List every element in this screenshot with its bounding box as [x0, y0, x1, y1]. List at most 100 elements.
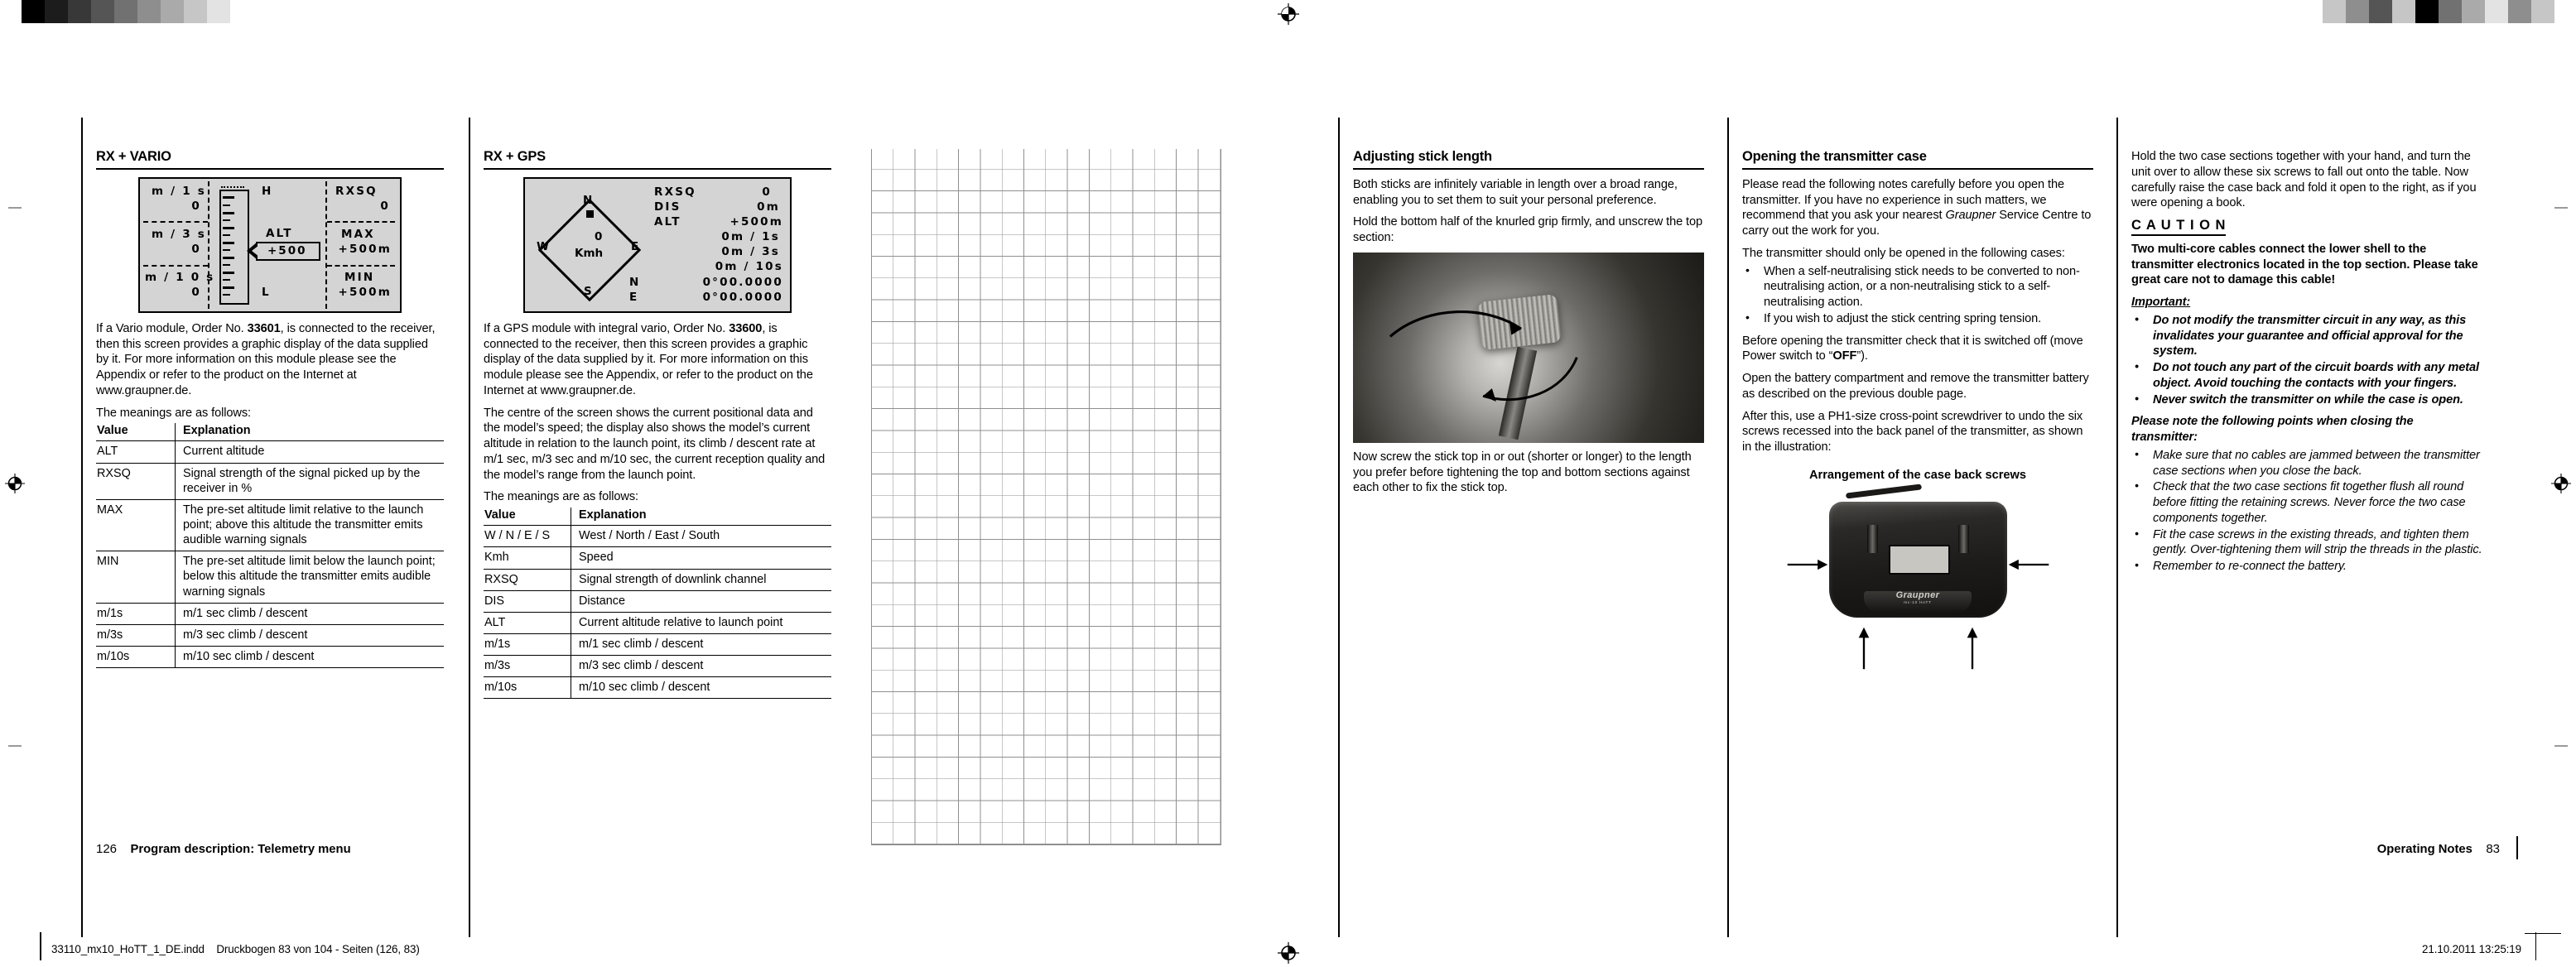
paragraph-gps-meanings: The meanings are as follows: [484, 490, 639, 504]
print-sheet-info: Druckbogen 83 von 104 - Seiten (126, 83) [216, 943, 420, 955]
footer-title: Program description: Telemetry menu [130, 843, 351, 856]
calibration-swatch-4 [2415, 0, 2439, 23]
calibration-swatch-8 [207, 0, 230, 23]
table-row: MAX The pre-set altitude limit relative t… [96, 499, 444, 552]
table-header-explanation: Explanation [175, 423, 444, 442]
table-row: m/10s m/10 sec climb / descent [484, 676, 831, 700]
column-rule-left [81, 118, 83, 937]
lcd-divider-row1-right [327, 220, 395, 223]
lcd-divider-left [208, 180, 209, 309]
print-footer-rule-right [2535, 932, 2536, 960]
list-item: Do not modify the transmitter circuit in… [2131, 312, 2482, 359]
table-gps-values: Value Explanation W / N / E / S West / No… [484, 508, 831, 700]
lcd-gps-value-lon: 0°00.0000 [702, 290, 783, 304]
calibration-swatch-9 [2531, 0, 2554, 23]
lcd-alt-label: ALT [266, 226, 293, 240]
cell-value: m/3s [484, 655, 571, 678]
rotation-arrow-lower-icon [1482, 357, 1578, 402]
footer-right: Operating Notes 83 [2377, 842, 2500, 856]
calibration-swatch-2 [2369, 0, 2392, 23]
screw-arrow-left-icon [1787, 559, 1827, 570]
cell-explanation: The pre-set altitude limit relative to t… [175, 499, 444, 552]
print-footer-right: 21.10.2011 13:25:19 [2422, 943, 2521, 955]
table-row: m/1s m/1 sec climb / descent [484, 633, 831, 657]
cell-value: MIN [96, 551, 176, 604]
cell-explanation: m/1 sec climb / descent [175, 603, 444, 625]
list-important: Do not modify the transmitter circuit in… [2131, 312, 2482, 408]
lcd-compass-w: W [537, 239, 549, 253]
cell-value: Kmh [484, 546, 571, 570]
lcd-value-max: +500m [338, 242, 392, 256]
heading-caution: C A U T I O N [2131, 218, 2227, 236]
list-item: Make sure that no cables are jammed betw… [2131, 447, 2482, 479]
paragraph-open-cases: The transmitter should only be opened in… [1742, 246, 2065, 260]
cell-value: RXSQ [96, 463, 176, 500]
lcd-label-m1s: m / 1 s [152, 184, 206, 198]
footer-title: Operating Notes [2376, 843, 2472, 856]
cell-explanation: m/10 sec climb / descent [175, 646, 444, 669]
heading-rule [484, 167, 831, 170]
paragraph-gps-intro: If a GPS module with integral vario, Ord… [484, 321, 813, 397]
lcd-value-m1s: 0 [191, 199, 201, 213]
paragraph-power-off: Before opening the transmitter check tha… [1742, 334, 2083, 363]
lcd-speed-unit: Kmh [575, 246, 604, 260]
cell-explanation: Signal strength of downlink channel [571, 569, 831, 591]
calibration-swatch-0 [22, 0, 45, 23]
page-number: 126 [96, 842, 118, 856]
list-item: Check that the two case sections fit tog… [2131, 479, 2482, 526]
column-opening-transmitter-case: Opening the transmitter case Please read… [1742, 149, 2093, 670]
figure-caption-case-screws: Arrangement of the case back screws [1809, 468, 2026, 482]
screw-arrow-bottom-left-icon [1858, 627, 1869, 670]
transmitter-screen [1888, 544, 1950, 575]
page-number: 83 [2486, 842, 2500, 856]
cell-explanation: Speed [571, 546, 831, 570]
paragraph-six-screws: After this, use a PH1-size cross-point s… [1742, 409, 2083, 455]
heading-important: Important: [2131, 296, 2191, 310]
lcd-gps-label-alt: ALT [654, 214, 681, 229]
notes-grid-area [871, 149, 1221, 845]
calibration-swatch-6 [161, 0, 184, 23]
column-rule-r1 [1338, 118, 1340, 937]
lcd-compass-s: S [584, 284, 592, 298]
column-rule-mid [469, 118, 470, 937]
table-header-value: Value [484, 508, 571, 527]
footer-rule-right [2516, 836, 2518, 859]
list-closing-notes: Make sure that no cables are jammed betw… [2131, 447, 2482, 575]
cell-explanation: m/3 sec climb / descent [571, 655, 831, 678]
lcd-bar-top-dots [221, 185, 244, 188]
lcd-gps-value-alt: +500m [729, 214, 783, 229]
print-footer-rule-left [40, 932, 41, 960]
heading-closing-notes: Please note the following points when cl… [2131, 415, 2414, 445]
paragraph-read-notes: Please read the following notes carefull… [1742, 177, 2092, 238]
lcd-altitude-bar [219, 189, 249, 305]
paragraph-stick-range: Both sticks are infinitely variable in l… [1353, 177, 1678, 207]
cell-explanation: Current altitude relative to launch poin… [571, 612, 831, 634]
table-row: ALT Current altitude [96, 440, 444, 464]
page-sheet-right: Adjusting stick length Both sticks are i… [1331, 51, 2536, 937]
cell-value: m/10s [96, 646, 176, 669]
table-header-explanation: Explanation [571, 508, 831, 527]
paragraph-battery-remove: Open the battery compartment and remove … [1742, 372, 2089, 401]
lcd-label-min: MIN [344, 270, 375, 284]
list-item: Remember to re-connect the battery. [2131, 558, 2482, 575]
heading-rx-gps: RX + GPS [484, 149, 546, 164]
column-caution-notes: Hold the two case sections together with… [2131, 149, 2482, 581]
registration-mark-bottom [1277, 942, 1299, 964]
table-row: m/1s m/1 sec climb / descent [96, 603, 444, 625]
photo-stick-adjustment [1353, 252, 1704, 443]
list-open-cases: When a self-neutralising stick needs to … [1742, 263, 2093, 327]
registration-mark-left [5, 474, 25, 493]
print-footer-left: 33110_mx10_HoTT_1_DE.indd Druckbogen 83 … [51, 943, 420, 955]
print-footer-rule-top-right [2525, 932, 2561, 934]
calibration-swatch-3 [91, 0, 114, 23]
calibration-swatch-8 [2508, 0, 2531, 23]
screw-arrow-right-icon [2008, 559, 2049, 570]
lcd-value-m10s: 0 [191, 285, 201, 299]
lcd-compass-e: E [631, 239, 639, 253]
list-item: When a self-neutralising stick needs to … [1742, 263, 2093, 310]
paragraph-hold-case: Hold the two case sections together with… [2131, 150, 2477, 210]
edge-tick [8, 745, 22, 747]
paragraph-gps-detail: The centre of the screen shows the curre… [484, 406, 826, 482]
calibration-swatch-4 [114, 0, 137, 23]
lcd-gps-value-rxsq: 0 [762, 185, 772, 199]
